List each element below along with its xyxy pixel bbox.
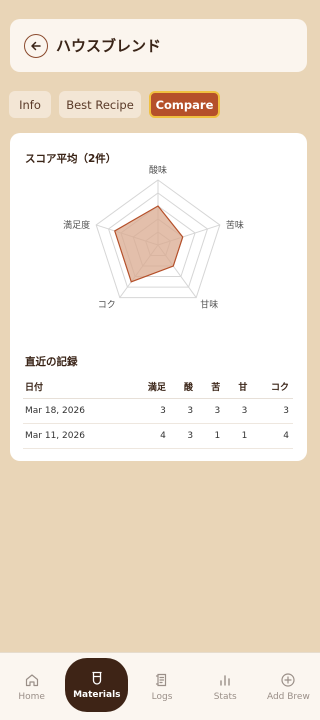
nav-materials-label: Materials bbox=[73, 690, 121, 700]
records-table: 日付 満足 酸 苦 甘 コク Mar 18, 2026 3 3 3 3 3 Ma… bbox=[23, 376, 293, 449]
record-satisfaction: 4 bbox=[128, 423, 170, 449]
nav-home[interactable]: Home bbox=[0, 653, 63, 720]
header-card: ハウスブレンド bbox=[10, 19, 307, 72]
nav-logs[interactable]: Logs bbox=[130, 653, 193, 720]
record-sweetness: 3 bbox=[224, 398, 252, 424]
radar-chart: 酸味苦味甘味 コク 満足度 bbox=[63, 164, 244, 311]
table-row[interactable]: Mar 11, 2026 4 3 1 1 4 bbox=[23, 423, 293, 449]
header-date: 日付 bbox=[23, 376, 129, 399]
record-date: Mar 11, 2026 bbox=[23, 423, 129, 449]
arrow-left-icon bbox=[31, 41, 41, 50]
nav-stats-label: Stats bbox=[213, 691, 237, 702]
record-satisfaction: 3 bbox=[128, 398, 170, 424]
nav-add-brew-label: Add Brew bbox=[266, 691, 310, 702]
record-acidity: 3 bbox=[169, 423, 198, 449]
cup-icon bbox=[92, 671, 102, 685]
tab-best-recipe[interactable]: Best Recipe bbox=[59, 91, 141, 118]
record-bitterness: 1 bbox=[197, 423, 225, 449]
header-acidity: 酸 bbox=[169, 376, 198, 399]
nav-home-label: Home bbox=[18, 691, 45, 702]
header-bitterness: 苦 bbox=[197, 376, 225, 399]
record-acidity: 3 bbox=[169, 398, 198, 424]
header-satisfaction: 満足 bbox=[128, 376, 170, 399]
radar-axis-label: コク bbox=[98, 300, 116, 311]
record-sweetness: 1 bbox=[224, 423, 252, 449]
records-section-title: 直近の記録 bbox=[25, 356, 78, 368]
record-date: Mar 18, 2026 bbox=[23, 398, 129, 424]
radar-axis-label: 甘味 bbox=[200, 299, 218, 311]
tab-bar: Info Best Recipe Compare bbox=[9, 91, 220, 118]
record-bitterness: 3 bbox=[197, 398, 225, 424]
notes-icon bbox=[155, 673, 167, 686]
page-title: ハウスブレンド bbox=[56, 37, 162, 55]
header-sweetness: 甘 bbox=[224, 376, 252, 399]
table-row[interactable]: Mar 18, 2026 3 3 3 3 3 bbox=[23, 398, 293, 424]
plus-circle-icon bbox=[281, 672, 296, 687]
nav-stats[interactable]: Stats bbox=[194, 653, 257, 720]
radar-axis-label: 酸味 bbox=[149, 164, 167, 176]
compare-card: スコア平均（2件） 酸味 苦味 甘味 コク 満足度 直近の記録 日付 満足 酸 苦 甘 … bbox=[10, 133, 307, 461]
record-body: 3 bbox=[251, 398, 293, 424]
bottom-nav: Home Materials Logs Stats Add Brew bbox=[0, 652, 320, 720]
bar-chart-icon bbox=[220, 674, 230, 686]
tab-compare[interactable]: Compare bbox=[149, 91, 220, 118]
radar-axis-label: 苦味 bbox=[226, 219, 244, 231]
nav-materials[interactable]: Materials bbox=[65, 658, 129, 712]
nav-logs-label: Logs bbox=[151, 691, 173, 702]
table-header-row: 日付 満足 酸 苦 甘 コク bbox=[23, 376, 293, 399]
home-icon bbox=[25, 673, 38, 686]
back-button[interactable] bbox=[24, 33, 48, 58]
radar-axis-label: 満足度 bbox=[63, 219, 90, 231]
nav-add-brew[interactable]: Add Brew bbox=[257, 653, 320, 720]
header-body: コク bbox=[251, 376, 293, 399]
tab-info[interactable]: Info bbox=[9, 91, 51, 118]
record-body: 4 bbox=[251, 423, 293, 449]
